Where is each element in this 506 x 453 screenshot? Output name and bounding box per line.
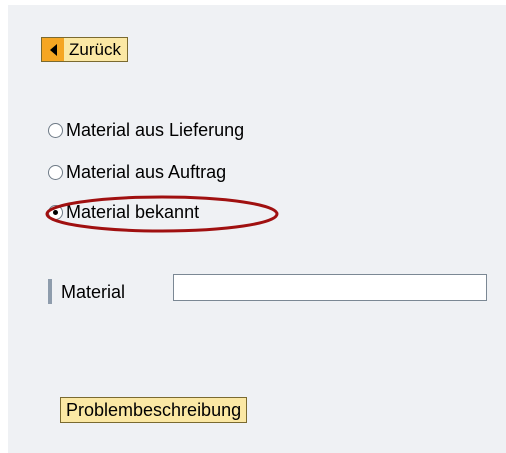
radio-option-label: Material aus Lieferung <box>66 120 245 140</box>
radio-button-unchecked[interactable] <box>48 164 63 180</box>
radio-option-auftrag[interactable]: Material aus Auftrag <box>48 160 226 184</box>
radio-option-bekannt[interactable]: Material bekannt <box>48 200 199 224</box>
material-field-label: Material <box>61 282 126 302</box>
field-marker <box>48 279 52 304</box>
back-button[interactable]: Zurück <box>41 37 128 62</box>
radio-option-lieferung[interactable]: Material aus Lieferung <box>48 118 244 142</box>
radio-button-unchecked[interactable] <box>48 122 63 138</box>
radio-option-label: Material bekannt <box>66 202 200 222</box>
problem-description-button[interactable]: Problembeschreibung <box>60 397 248 423</box>
back-arrow-icon <box>42 38 64 61</box>
radio-button-checked[interactable] <box>48 204 63 220</box>
content-panel <box>8 5 506 453</box>
radio-option-label: Material aus Auftrag <box>66 162 227 182</box>
material-input[interactable] <box>173 274 487 301</box>
back-button-label: Zurück <box>64 38 127 61</box>
